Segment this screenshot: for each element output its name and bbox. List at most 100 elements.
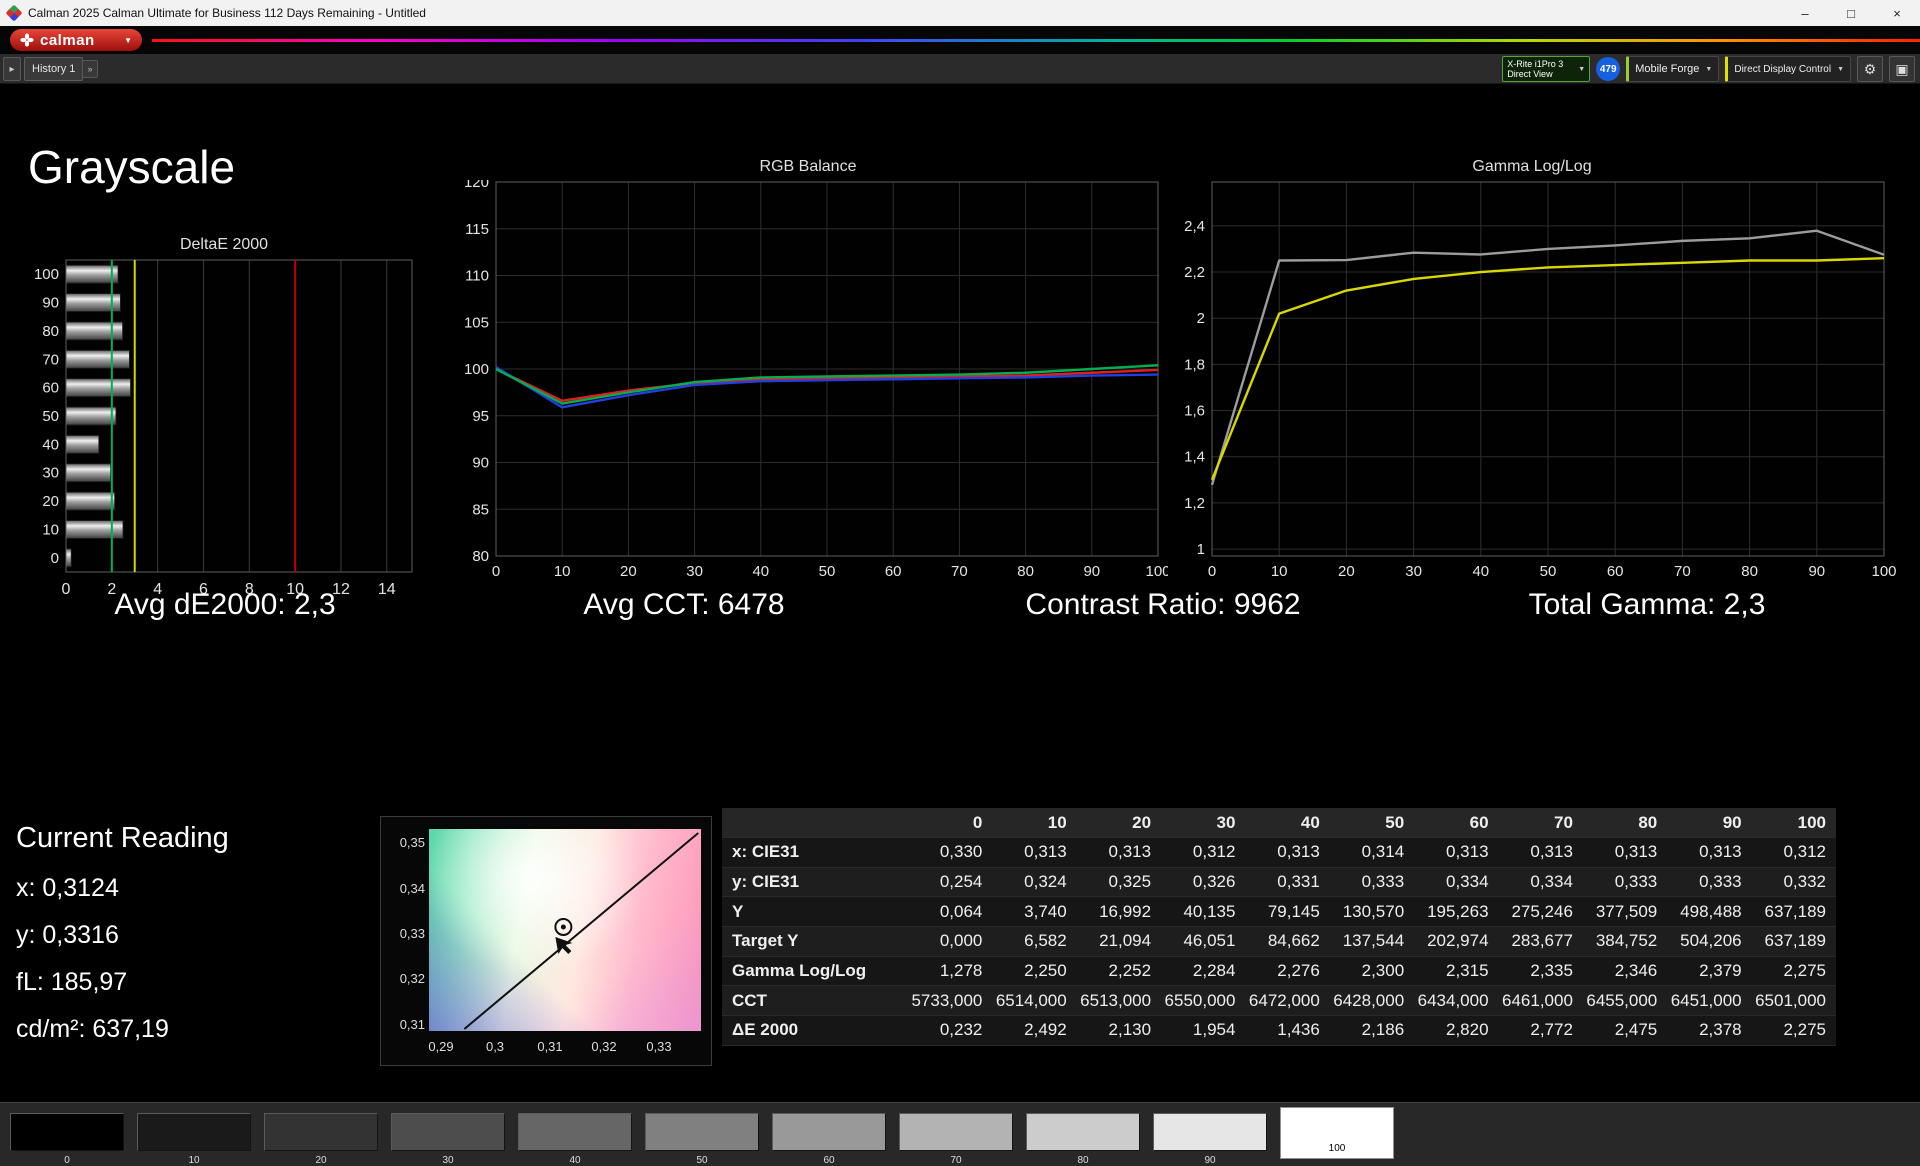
- table-row: CCT5733,0006514,0006513,0006550,0006472,…: [722, 986, 1836, 1016]
- table-cell: 0,313: [992, 842, 1076, 862]
- rainbow-gradient-line: [152, 39, 1920, 42]
- source-select-dropdown[interactable]: Mobile Forge ▼: [1626, 56, 1719, 82]
- table-cell: 2,252: [1077, 961, 1161, 981]
- pattern-patch-70[interactable]: [899, 1113, 1013, 1151]
- deltae-2000-chart: DeltaE 2000 0246810121410090807060504030…: [24, 236, 424, 609]
- table-cell: 2,275: [1752, 961, 1836, 981]
- table-row-label: x: CIE31: [722, 842, 908, 862]
- table-cell: 0,324: [992, 872, 1076, 892]
- table-cell: 0,254: [908, 872, 992, 892]
- svg-text:30: 30: [42, 465, 59, 482]
- tab-history-1[interactable]: History 1: [24, 57, 83, 81]
- history-options-button[interactable]: »: [82, 60, 98, 78]
- table-cell: 2,250: [992, 961, 1076, 981]
- cie-y-tick: 0,35: [383, 835, 425, 850]
- display-control-name: Direct Display Control: [1734, 64, 1831, 75]
- rgb-chart-title: RGB Balance: [448, 158, 1168, 180]
- chevron-down-icon: ▼: [124, 36, 132, 45]
- svg-text:20: 20: [1338, 563, 1355, 580]
- svg-text:110: 110: [465, 268, 489, 285]
- display-icon: ▣: [1895, 61, 1908, 78]
- table-cell: 0,333: [1667, 872, 1751, 892]
- svg-text:20: 20: [42, 493, 59, 510]
- table-cell: 0,313: [1077, 842, 1161, 862]
- table-cell: 637,189: [1752, 902, 1836, 922]
- avg-de2000-stat: Avg dE2000: 2,3: [114, 588, 335, 622]
- table-cell: 5733,000: [908, 991, 992, 1011]
- table-cell: 6472,000: [1245, 991, 1329, 1011]
- svg-text:2,2: 2,2: [1184, 264, 1205, 281]
- table-cell: 2,335: [1499, 961, 1583, 981]
- reading-fl: fL: 185,97: [16, 968, 127, 997]
- svg-text:80: 80: [42, 323, 59, 340]
- pattern-patch-0[interactable]: [10, 1113, 124, 1151]
- history-expand-button[interactable]: ▸: [3, 57, 21, 81]
- table-cell: 377,509: [1583, 902, 1667, 922]
- source-name: Mobile Forge: [1635, 63, 1699, 75]
- rgb-balance-chart: RGB Balance 0102030405060708090100808590…: [448, 158, 1168, 597]
- table-cell: 6434,000: [1414, 991, 1498, 1011]
- svg-text:100: 100: [1871, 563, 1896, 580]
- svg-text:10: 10: [554, 563, 571, 580]
- table-cell: 0,313: [1245, 842, 1329, 862]
- svg-text:10: 10: [42, 521, 59, 538]
- svg-text:115: 115: [465, 221, 489, 238]
- svg-text:1,8: 1,8: [1184, 356, 1205, 373]
- table-cell: 0,312: [1161, 842, 1245, 862]
- pattern-patch-label: 70: [899, 1155, 1013, 1166]
- brand-name: calman: [40, 32, 95, 49]
- cie-y-tick: 0,32: [383, 971, 425, 986]
- cie-chart-panel: 0,350,340,330,320,310,290,30,310,320,33: [380, 816, 712, 1066]
- table-cell: 6513,000: [1077, 991, 1161, 1011]
- table-header-cell: 80: [1583, 813, 1667, 833]
- svg-text:0: 0: [1208, 563, 1216, 580]
- table-row: Y0,0643,74016,99240,13579,145130,570195,…: [722, 897, 1836, 927]
- table-cell: 2,379: [1667, 961, 1751, 981]
- table-cell: 195,263: [1414, 902, 1498, 922]
- table-cell: 0,313: [1667, 842, 1751, 862]
- display-settings-button[interactable]: ▣: [1889, 56, 1915, 82]
- pattern-patch-60[interactable]: [772, 1113, 886, 1151]
- table-cell: 504,206: [1667, 931, 1751, 951]
- pattern-patch-label: 80: [1026, 1155, 1140, 1166]
- svg-text:10: 10: [1271, 563, 1288, 580]
- svg-text:2,4: 2,4: [1184, 218, 1205, 235]
- table-cell: 0,064: [908, 902, 992, 922]
- pattern-patch-50[interactable]: [645, 1113, 759, 1151]
- table-cell: 384,752: [1583, 931, 1667, 951]
- pattern-patch-label: 50: [645, 1155, 759, 1166]
- pattern-patch-40[interactable]: [518, 1113, 632, 1151]
- table-header-cell: 30: [1161, 813, 1245, 833]
- pattern-patch-30[interactable]: [391, 1113, 505, 1151]
- table-cell: 1,436: [1245, 1020, 1329, 1040]
- chevron-down-icon: ▼: [1705, 66, 1712, 73]
- maximize-button[interactable]: □: [1828, 0, 1874, 26]
- pattern-patch-80[interactable]: [1026, 1113, 1140, 1151]
- pattern-patch-90[interactable]: [1153, 1113, 1267, 1151]
- minimize-button[interactable]: –: [1782, 0, 1828, 26]
- table-cell: 2,275: [1752, 1020, 1836, 1040]
- calman-menu-button[interactable]: calman ▼: [10, 29, 142, 51]
- table-cell: 2,276: [1245, 961, 1329, 981]
- table-row: Gamma Log/Log1,2782,2502,2522,2842,2762,…: [722, 957, 1836, 987]
- svg-text:100: 100: [464, 361, 489, 378]
- pattern-patch-10[interactable]: [137, 1113, 251, 1151]
- cie-1931-plot: [429, 829, 701, 1031]
- contrast-ratio-stat: Contrast Ratio: 9962: [1025, 588, 1300, 622]
- pattern-patch-20[interactable]: [264, 1113, 378, 1151]
- table-cell: 137,544: [1330, 931, 1414, 951]
- svg-text:100: 100: [1145, 563, 1168, 580]
- chevron-down-icon: ▼: [1837, 66, 1844, 73]
- svg-text:80: 80: [1741, 563, 1758, 580]
- display-control-dropdown[interactable]: Direct Display Control ▼: [1725, 56, 1851, 82]
- table-row-label: Target Y: [722, 931, 908, 951]
- pattern-patch-label: 40: [518, 1155, 632, 1166]
- svg-text:70: 70: [951, 563, 968, 580]
- table-cell: 84,662: [1245, 931, 1329, 951]
- settings-button[interactable]: ⚙: [1857, 56, 1883, 82]
- meter-select-dropdown[interactable]: X-Rite i1Pro 3 Direct View ▼: [1502, 56, 1590, 82]
- close-button[interactable]: ×: [1874, 0, 1920, 26]
- pattern-patch-label: 90: [1153, 1155, 1267, 1166]
- table-cell: 6428,000: [1330, 991, 1414, 1011]
- reading-x: x: 0,3124: [16, 874, 119, 903]
